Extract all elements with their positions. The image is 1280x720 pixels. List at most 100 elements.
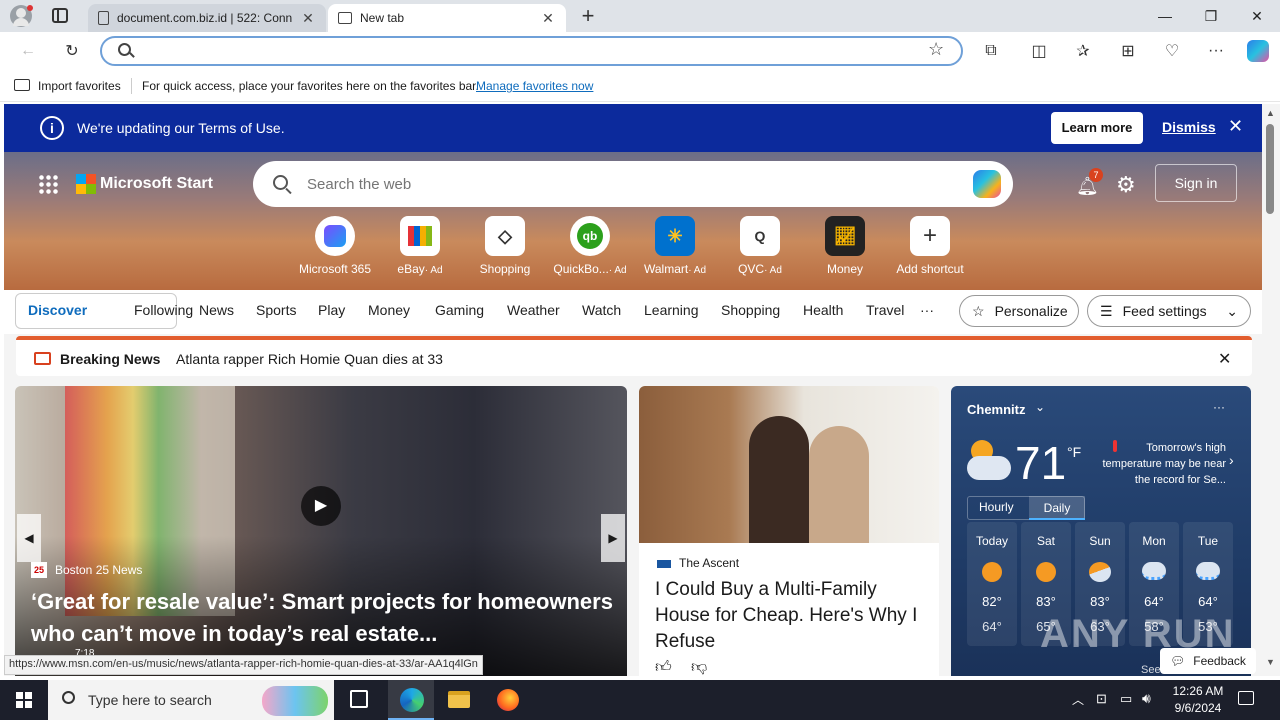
brand-title[interactable]: Microsoft Start [100,175,213,193]
address-bar[interactable]: ☆ [100,36,963,66]
category-learning[interactable]: Learning [644,302,699,318]
shortcut-add[interactable]: + Add shortcut [888,216,972,276]
scroll-down-icon[interactable]: ▼ [1266,657,1275,667]
side-story-card[interactable]: The Ascent I Could Buy a Multi-Family Ho… [639,386,939,676]
favorites-icon[interactable]: ✰ [1068,37,1098,65]
category-health[interactable]: Health [803,302,843,318]
new-tab-button[interactable]: + [576,3,600,29]
main-story-card[interactable]: ▶ ◀ ▶ 25 Boston 25 News ‘Great for resal… [15,386,627,676]
tab-actions-icon[interactable] [52,8,68,23]
clock-time[interactable]: 12:26 AM [1170,684,1226,698]
restore-icon[interactable]: ❐ [1188,0,1234,32]
thumbs-down-icon[interactable]: 👎︎ [691,658,707,676]
breaking-news-bar[interactable]: Breaking News Atlanta rapper Rich Homie … [16,336,1252,376]
page-scrollbar[interactable]: ▲ ▼ [1262,104,1280,676]
profile-icon[interactable] [10,5,33,27]
browser-essentials-icon[interactable]: ♡ [1157,37,1187,65]
task-view-icon[interactable] [350,690,368,708]
category-gaming[interactable]: Gaming [435,302,484,318]
carousel-next-icon[interactable]: ▶ [601,514,625,562]
close-banner-icon[interactable]: ✕ [1228,116,1243,137]
tab-document[interactable]: document.com.biz.id | 522: Conn ✕ [88,4,326,32]
shortcut-qvc[interactable]: Q QVC· Ad [718,216,802,276]
tab-daily[interactable]: Daily [1029,496,1085,520]
carousel-prev-icon[interactable]: ◀ [17,514,41,562]
import-favorites-link[interactable]: Import favorites [38,79,121,93]
chevron-down-icon[interactable]: ⌄ [1035,400,1045,414]
import-favorites-icon[interactable] [14,79,30,91]
weather-alert[interactable]: Tomorrow's high temperature may be near … [1096,440,1226,488]
network-icon[interactable]: ⊡ [1096,691,1107,707]
tab-discover[interactable]: Discover [28,302,87,318]
shortcut-walmart[interactable]: ✳ Walmart· Ad [633,216,717,276]
sign-in-button[interactable]: Sign in [1155,164,1237,202]
close-breaking-icon[interactable]: ✕ [1218,349,1231,369]
copilot-icon[interactable] [973,170,1001,198]
address-input[interactable] [142,41,922,61]
taskbar-search-box[interactable]: Type here to search [48,680,334,720]
notifications-center-icon[interactable] [1238,691,1254,705]
forecast-day[interactable]: Today 82° 64° [967,522,1017,646]
shortcut-quickbooks[interactable]: qb QuickBo...· Ad [548,216,632,276]
story-headline[interactable]: I Could Buy a Multi-Family House for Che… [655,577,929,655]
category-money[interactable]: Money [368,302,410,318]
feed-settings-button[interactable]: ☰ Feed settings ⌄ [1087,295,1251,327]
split-screen-icon[interactable]: ◫ [1024,37,1054,65]
scrollbar-thumb[interactable] [1266,124,1274,214]
tab-hourly[interactable]: Hourly [979,500,1014,514]
app-launcher-icon[interactable] [38,174,58,194]
story-source[interactable]: Boston 25 News [55,563,142,577]
category-shopping[interactable]: Shopping [721,302,780,318]
web-search-input[interactable] [307,173,907,195]
clock-date[interactable]: 9/6/2024 [1170,701,1226,715]
scroll-up-icon[interactable]: ▲ [1266,108,1275,118]
shortcut-shopping[interactable]: ◇ Shopping [463,216,547,276]
tab-new-tab[interactable]: New tab ✕ [328,4,566,32]
personalize-button[interactable]: ☆ Personalize [959,295,1079,327]
back-icon[interactable]: ← [13,37,43,65]
more-options-icon[interactable]: ··· [1213,400,1225,414]
more-categories-icon[interactable]: ··· [920,302,934,318]
web-search-box[interactable] [253,161,1013,207]
new-tab-page-icon [338,12,352,24]
close-tab-icon[interactable]: ✕ [300,10,316,27]
navigation-bar: ← ↻ ☆ ⧉ ◫ ✰ ⊞ ♡ ··· [0,32,1280,70]
chevron-right-icon[interactable]: › [1229,452,1234,468]
category-news[interactable]: News [199,302,234,318]
thumbs-up-icon[interactable]: 👍︎ [655,658,672,676]
network-status-icon[interactable]: ▭ [1120,691,1132,707]
close-window-icon[interactable]: ✕ [1234,0,1280,32]
file-explorer-icon[interactable] [448,691,470,708]
story-source[interactable]: The Ascent [679,556,739,570]
manage-favorites-link[interactable]: Manage favorites now [476,79,593,93]
category-sports[interactable]: Sports [256,302,296,318]
firefox-icon[interactable] [497,689,519,711]
close-tab-icon[interactable]: ✕ [540,10,556,27]
category-weather[interactable]: Weather [507,302,560,318]
play-icon[interactable]: ▶ [301,486,341,526]
copilot-icon[interactable] [1243,37,1273,65]
refresh-icon[interactable]: ↻ [57,37,87,65]
category-watch[interactable]: Watch [582,302,621,318]
breaking-headline[interactable]: Atlanta rapper Rich Homie Quan dies at 3… [176,351,443,367]
shortcut-money[interactable]: 📈︎ Money [803,216,887,276]
shortcut-microsoft-365[interactable]: Microsoft 365 [293,216,377,276]
tab-following[interactable]: Following [134,302,193,318]
show-hidden-icons[interactable]: ︿ [1072,691,1084,708]
shortcut-ebay[interactable]: eBay· Ad [378,216,462,276]
dismiss-link[interactable]: Dismiss [1162,119,1216,135]
extensions-icon[interactable]: ⧉ [976,37,1006,65]
favorite-star-icon[interactable]: ☆ [928,39,944,60]
more-menu-icon[interactable]: ··· [1201,37,1231,65]
category-play[interactable]: Play [318,302,345,318]
weather-city[interactable]: Chemnitz [967,402,1026,417]
category-travel[interactable]: Travel [866,302,904,318]
taskbar-edge[interactable] [388,680,434,720]
learn-more-button[interactable]: Learn more [1051,112,1143,144]
windows-start-icon[interactable] [16,692,32,708]
minimize-icon[interactable]: — [1142,0,1188,32]
settings-gear-icon[interactable]: ⚙ [1116,172,1136,198]
volume-icon[interactable]: 🔊︎ [1142,690,1151,707]
collections-icon[interactable]: ⊞ [1113,37,1143,65]
story-headline[interactable]: ‘Great for resale value’: Smart projects… [31,586,617,650]
